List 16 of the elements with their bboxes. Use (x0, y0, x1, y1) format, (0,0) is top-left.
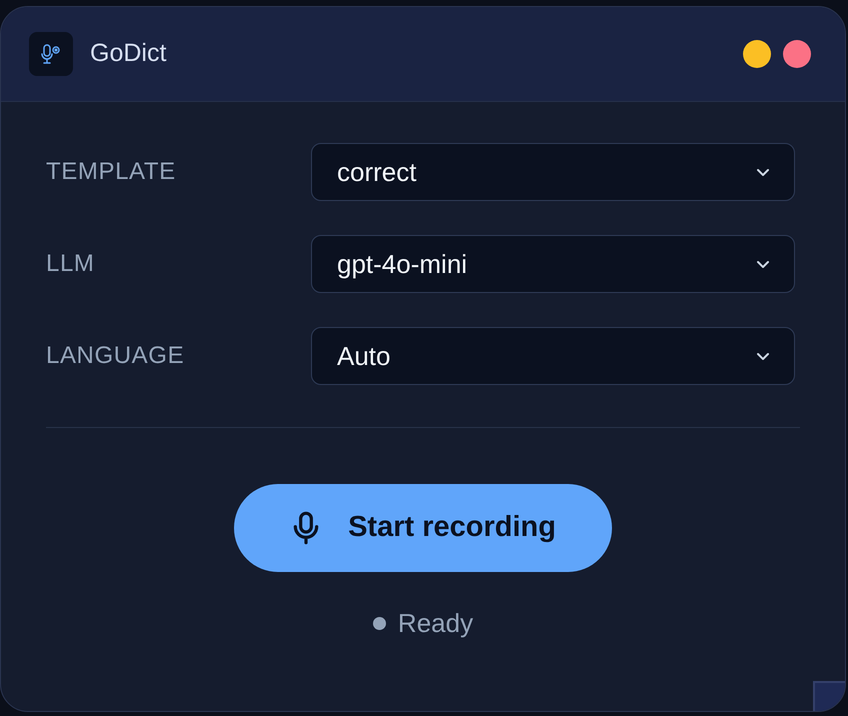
app-logo-icon (29, 32, 73, 76)
start-recording-button[interactable]: Start recording (234, 484, 612, 572)
dropdown[interactable]: Auto (311, 327, 795, 385)
setting-label: TEMPLATE (46, 157, 177, 187)
setting-label: LLM (46, 249, 96, 279)
chevron-down-icon (756, 352, 770, 360)
chevron-down-icon (756, 260, 770, 268)
chevron-down-icon (756, 168, 770, 176)
setting-label: LANGUAGE (46, 341, 186, 371)
status-text: Ready (398, 607, 474, 640)
dropdown[interactable]: gpt-4o-mini (311, 235, 795, 293)
resize-grip[interactable] (813, 681, 845, 711)
dropdown[interactable]: correct (311, 143, 795, 201)
close-button[interactable] (783, 40, 811, 68)
minimize-button[interactable] (743, 40, 771, 68)
window-title: GoDict (90, 38, 166, 70)
